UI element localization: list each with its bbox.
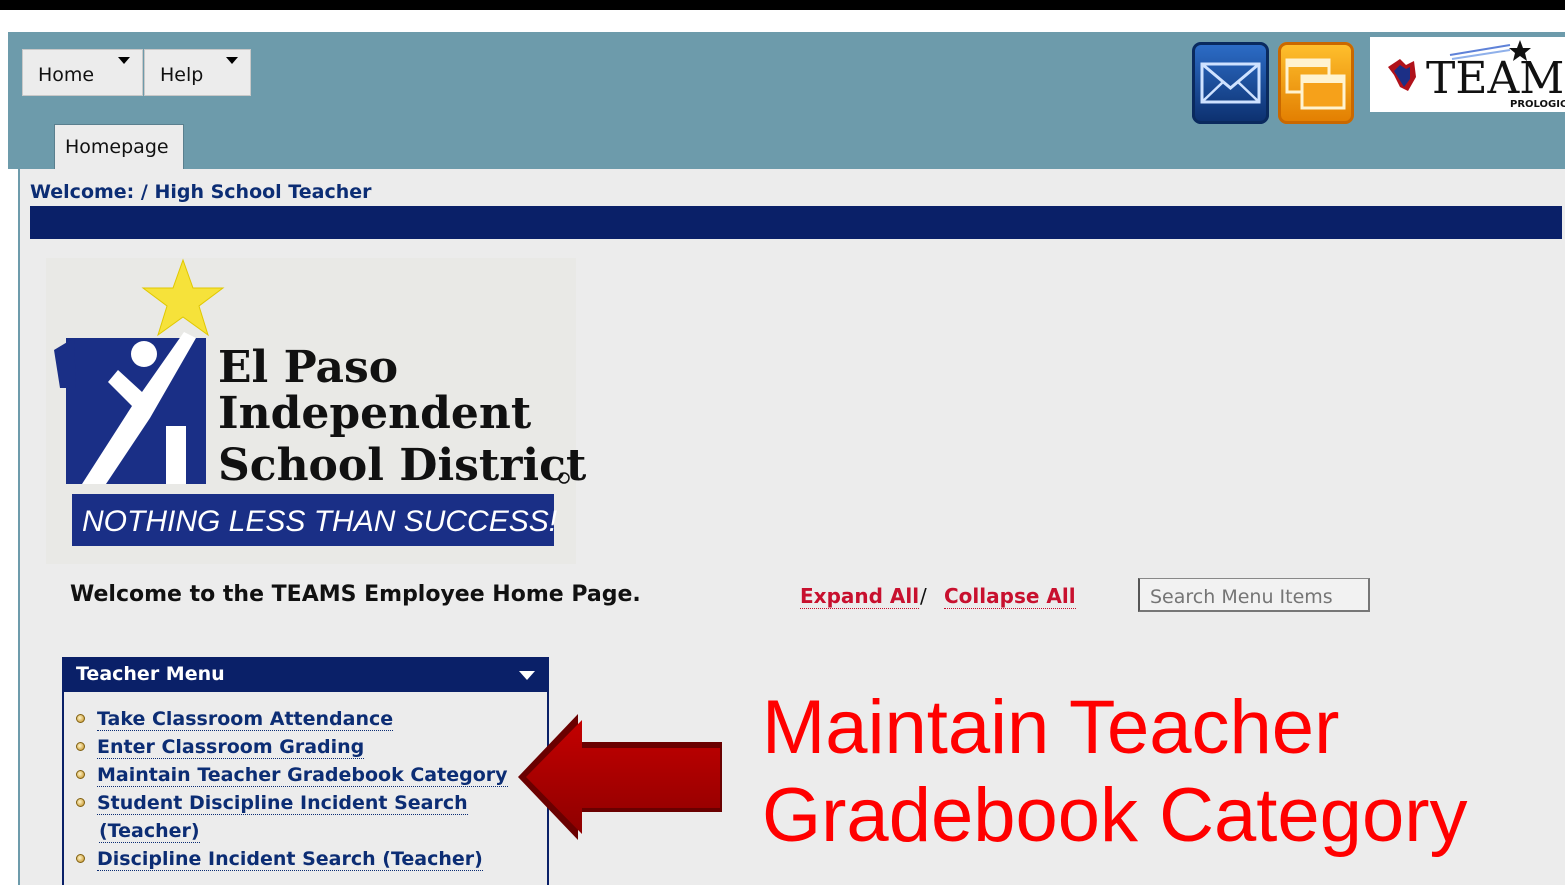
expand-collapse-separator: /	[920, 584, 927, 608]
teacher-menu-list: Take Classroom Attendance Enter Classroo…	[62, 692, 549, 885]
menu-item-take-attendance[interactable]: Take Classroom Attendance	[76, 708, 394, 731]
menu-item-label: Student Discipline Incident Search	[97, 792, 468, 815]
menu-item-discipline-incident-search[interactable]: Discipline Incident Search (Teacher)	[76, 848, 483, 871]
top-border	[0, 0, 1565, 10]
district-logo-line1: El Paso	[218, 342, 398, 393]
menu-item-label: Maintain Teacher Gradebook Category	[97, 764, 508, 787]
teacher-menu-title: Teacher Menu	[76, 663, 225, 685]
district-tagline: NOTHING LESS THAN SUCCESS!	[82, 505, 558, 538]
menu-item-label: Discipline Incident Search (Teacher)	[97, 848, 483, 871]
bullet-icon	[76, 770, 85, 779]
envelope-icon[interactable]	[1192, 42, 1269, 124]
triangle-down-icon[interactable]	[519, 671, 535, 680]
welcome-breadcrumb: Welcome: / High School Teacher	[30, 181, 372, 203]
menu-item-enter-grading[interactable]: Enter Classroom Grading	[76, 736, 365, 759]
menu-item-label: Take Classroom Attendance	[97, 708, 394, 731]
window-icon[interactable]	[1278, 42, 1354, 124]
district-logo-line3: School District	[218, 440, 586, 491]
help-menu-label: Help	[160, 64, 204, 86]
menu-item-label: Enter Classroom Grading	[97, 736, 365, 759]
caret-down-icon	[226, 57, 238, 64]
annotation-callout: Maintain Teacher Gradebook Category	[762, 684, 1468, 860]
menu-item-gradebook-category[interactable]: Maintain Teacher Gradebook Category	[76, 764, 508, 787]
annotation-line1: Maintain Teacher	[762, 685, 1340, 770]
prologic-logo-text: PROLOGIC	[1510, 99, 1565, 110]
district-logo: El Paso Independent School District NOTH…	[46, 258, 587, 574]
teams-logo-text: TEAMS	[1426, 53, 1565, 104]
help-menu[interactable]: Help	[144, 49, 251, 96]
menu-item-student-discipline-search[interactable]: Student Discipline Incident Search	[76, 792, 468, 815]
annotation-line2: Gradebook Category	[762, 773, 1468, 858]
tab-homepage-label: Homepage	[65, 136, 169, 158]
menu-item-label: (Teacher)	[99, 820, 200, 843]
teams-prologic-logo: TEAMS PROLOGIC	[1370, 37, 1565, 112]
bullet-icon	[76, 854, 85, 863]
menu-item-student-discipline-search-cont[interactable]: (Teacher)	[99, 820, 200, 843]
bullet-icon	[76, 798, 85, 807]
home-menu-label: Home	[38, 64, 95, 86]
caret-down-icon	[118, 57, 130, 64]
expand-all-link[interactable]: Expand All	[800, 584, 920, 609]
tab-homepage[interactable]: Homepage	[54, 124, 184, 170]
district-logo-line2: Independent	[218, 388, 532, 439]
left-arrow-icon	[516, 712, 726, 846]
bullet-icon	[76, 742, 85, 751]
welcome-message: Welcome to the TEAMS Employee Home Page.	[70, 582, 641, 607]
home-menu[interactable]: Home	[22, 49, 143, 96]
teacher-menu-header[interactable]: Teacher Menu	[62, 657, 549, 692]
search-menu-input[interactable]	[1138, 578, 1370, 612]
collapse-all-link[interactable]: Collapse All	[944, 584, 1076, 609]
title-band	[30, 206, 1562, 239]
bullet-icon	[76, 714, 85, 723]
app-header: Home Help TEAMS PROLOGIC	[8, 32, 1565, 170]
